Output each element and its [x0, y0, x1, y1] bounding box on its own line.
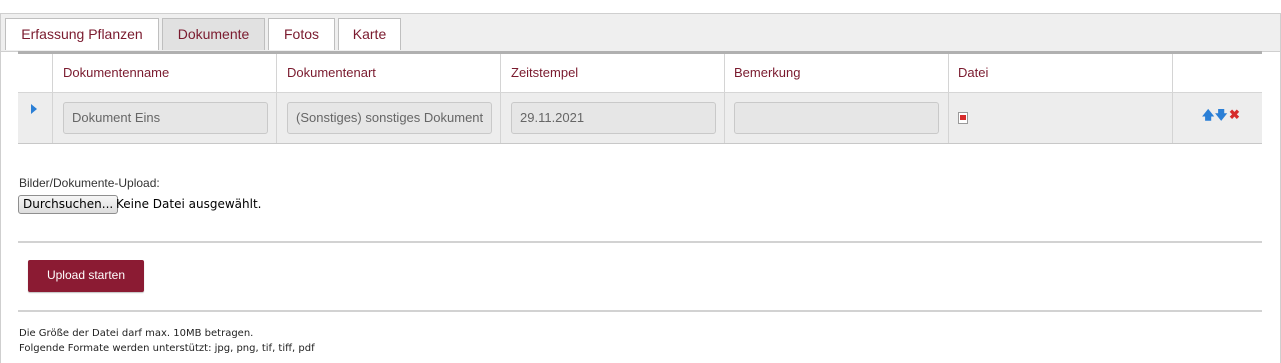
column-header-bemerkung[interactable]: Bemerkung	[734, 54, 800, 92]
column-header-dokumentenname[interactable]: Dokumentenname	[63, 54, 169, 92]
column-header-zeitstempel[interactable]: Zeitstempel	[511, 54, 578, 92]
pdf-icon[interactable]	[958, 112, 968, 124]
move-down-icon[interactable]: 🡇	[1215, 108, 1227, 122]
tab-dokumente[interactable]: Dokumente	[162, 18, 265, 50]
column-header-dokumentenart[interactable]: Dokumentenart	[287, 54, 376, 92]
remark-field[interactable]	[734, 102, 939, 134]
tab-erfassung-pflanzen[interactable]: Erfassung Pflanzen	[5, 18, 159, 50]
upload-label: Bilder/Dokumente-Upload:	[19, 176, 160, 190]
document-name-field[interactable]: Dokument Eins	[63, 102, 268, 134]
timestamp-field[interactable]: 29.11.2021	[511, 102, 716, 134]
file-status-text: Keine Datei ausgewählt.	[116, 197, 262, 211]
file-size-note: Die Größe der Datei darf max. 10MB betra…	[19, 328, 254, 339]
browse-button[interactable]: Durchsuchen...	[18, 195, 119, 214]
delete-icon[interactable]: ✖	[1229, 108, 1240, 122]
tab-bar: Erfassung Pflanzen Dokumente Fotos Karte	[1, 14, 1280, 52]
upload-start-button[interactable]: Upload starten	[28, 260, 144, 292]
table-row: Dokument Eins (Sonstiges) sonstiges Doku…	[18, 93, 1262, 144]
documents-grid: Dokumentenname Dokumentenart Zeitstempel…	[18, 51, 1262, 144]
expand-row-icon[interactable]	[31, 104, 37, 114]
supported-formats-note: Folgende Formate werden unterstützt: jpg…	[19, 343, 315, 354]
move-up-icon[interactable]: 🡅	[1202, 108, 1214, 122]
divider	[18, 310, 1262, 312]
tab-fotos[interactable]: Fotos	[268, 18, 335, 50]
grid-header: Dokumentenname Dokumentenart Zeitstempel…	[18, 51, 1262, 93]
tab-karte[interactable]: Karte	[338, 18, 401, 50]
document-type-field[interactable]: (Sonstiges) sonstiges Dokument	[287, 102, 492, 134]
column-header-datei[interactable]: Datei	[958, 54, 988, 92]
divider	[18, 241, 1262, 243]
